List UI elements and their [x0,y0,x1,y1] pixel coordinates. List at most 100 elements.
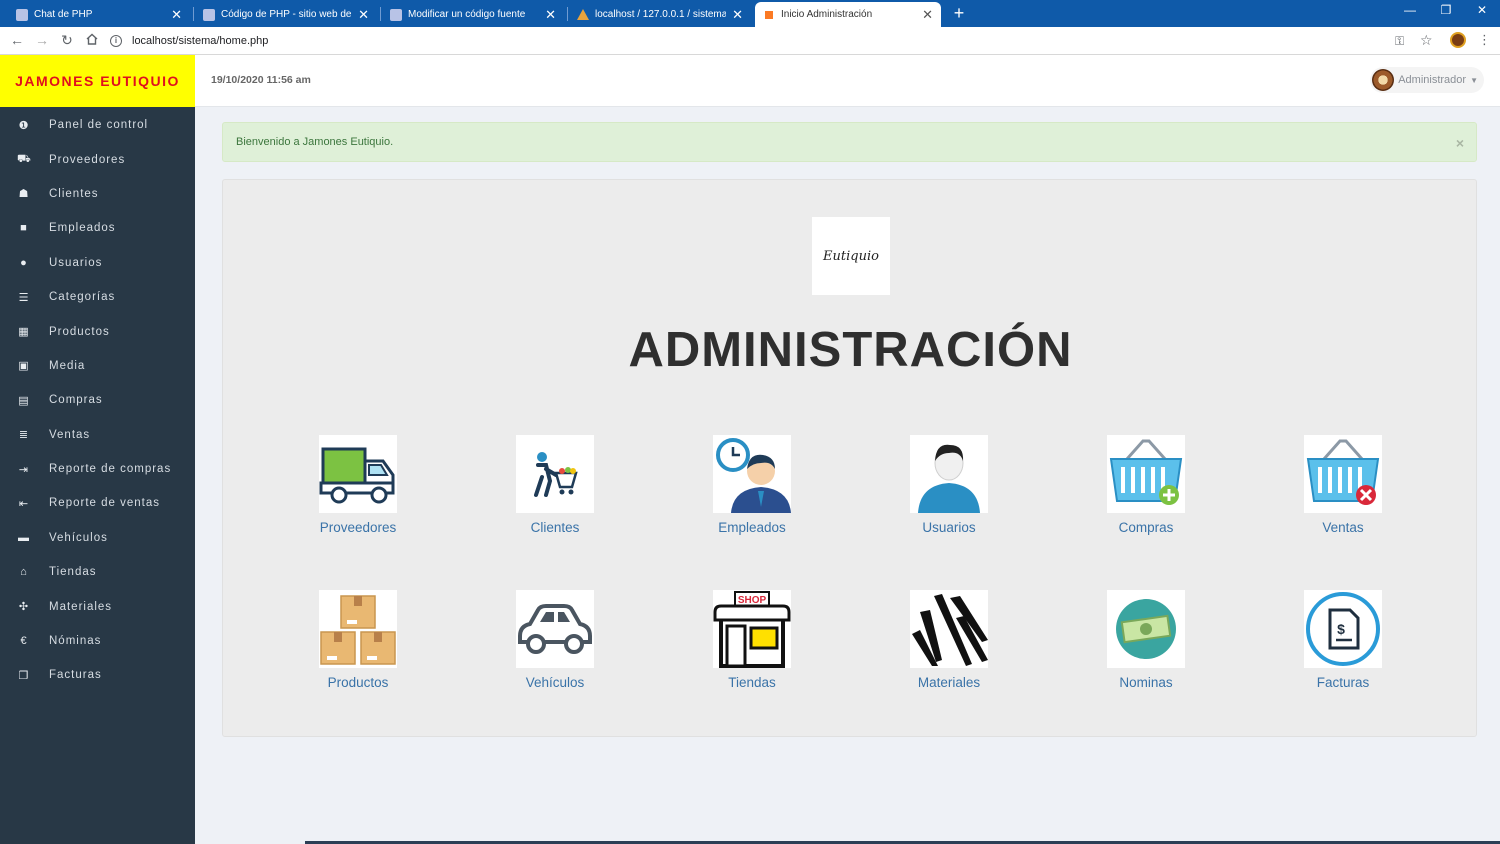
key-icon[interactable]: ⚿ [1395,34,1404,49]
sidebar-item-label: Proveedores [49,153,126,166]
tile-clientes[interactable]: Clientes [495,435,615,535]
browser-tab[interactable]: Chat de PHP ✕ [8,2,190,27]
minimize-icon[interactable]: — [1400,3,1420,17]
logo-text: Eutiquio [823,248,879,264]
sidebar-item-label: Reporte de compras [49,463,172,476]
sidebar-item-clientes[interactable]: ☗ Clientes [0,177,195,211]
monitor-icon: ▬ [18,531,30,544]
browser-tab[interactable]: Código de PHP - sitio web de im ✕ [195,2,377,27]
categories-icon: ☰ [18,291,30,304]
sidebar-item-reporte-ventas[interactable]: ⇤ Reporte de ventas [0,486,195,520]
tile-label: Ventas [1322,520,1364,535]
close-icon[interactable]: ✕ [732,7,743,23]
url-input[interactable]: i localhost/sistema/home.php [110,30,1440,52]
page-title: ADMINISTRACIÓN [628,323,1073,377]
svg-text:$: $ [1337,621,1345,637]
tile-facturas[interactable]: $ Facturas [1283,590,1403,690]
tile-compras[interactable]: Compras [1086,435,1206,535]
brand-logo[interactable]: JAMONES EUTIQUIO [0,55,195,107]
phpmyadmin-icon [577,9,589,20]
sidebar-item-vehiculos[interactable]: ▬ Vehículos [0,521,195,555]
company-logo: Eutiquio [812,217,890,295]
sidebar-item-categorias[interactable]: ☰ Categorías [0,280,195,314]
admin-panel: Eutiquio ADMINISTRACIÓN Proveedores Clie… [222,179,1477,737]
php-icon [390,8,402,21]
sidebar-item-usuarios[interactable]: ● Usuarios [0,246,195,280]
tile-productos[interactable]: Productos [298,590,418,690]
tile-label: Tiendas [728,675,776,690]
sidebar-item-panel-de-control[interactable]: ❶ Panel de control [0,108,195,142]
document-icon: ❐ [18,669,30,682]
tools-icon: ✣ [18,601,30,614]
tile-ventas[interactable]: Ventas [1283,435,1403,535]
svg-text:SHOP: SHOP [738,595,767,606]
restore-icon[interactable]: ❐ [1436,3,1456,17]
site-info-icon[interactable]: i [110,35,122,47]
sidebar-item-label: Facturas [49,669,102,682]
knives-icon [910,590,988,668]
shopper-cart-icon [516,435,594,513]
login-icon: ⇥ [18,463,30,476]
forward-icon[interactable]: → [34,32,50,48]
sidebar-item-label: Tiendas [49,566,97,579]
tile-proveedores[interactable]: Proveedores [298,435,418,535]
tile-nominas[interactable]: Nominas [1086,590,1206,690]
profile-avatar-icon[interactable] [1450,32,1466,48]
close-window-icon[interactable]: ✕ [1472,3,1492,17]
current-datetime: 19/10/2020 11:56 am [211,74,311,86]
tile-label: Proveedores [319,520,397,535]
star-icon[interactable]: ☆ [1420,32,1433,49]
reload-icon[interactable]: ↻ [59,32,75,48]
close-icon[interactable]: × [1456,135,1464,151]
back-icon[interactable]: ← [9,32,25,48]
close-icon[interactable]: ✕ [171,7,182,23]
invoice-icon: $ [1304,590,1382,668]
close-icon[interactable]: ✕ [545,7,556,23]
car-icon [516,590,594,668]
grid-icon: ▦ [18,326,30,339]
browser-tab-strip: Chat de PHP ✕ Código de PHP - sitio web … [0,0,1500,27]
top-header: 19/10/2020 11:56 am Administrador ▼ [195,55,1500,107]
tile-empleados[interactable]: Empleados [692,435,812,535]
more-menu-icon[interactable]: ⋮ [1478,32,1491,48]
sidebar-item-tiendas[interactable]: ⌂ Tiendas [0,555,195,589]
close-icon[interactable]: ✕ [358,7,369,23]
sidebar-item-label: Reporte de ventas [49,497,160,510]
tile-usuarios[interactable]: Usuarios [889,435,1009,535]
sidebar-item-compras[interactable]: ▤ Compras [0,383,195,417]
sidebar-item-reporte-compras[interactable]: ⇥ Reporte de compras [0,452,195,486]
user-menu[interactable]: Administrador ▼ [1370,67,1484,93]
brand-name: JAMONES EUTIQUIO [15,73,180,89]
tile-vehiculos[interactable]: Vehículos [495,590,615,690]
sidebar-item-label: Compras [49,394,103,407]
tile-label: Facturas [1316,675,1370,690]
browser-tab[interactable]: Modificar un código fuente ✕ [382,2,564,27]
boxes-icon [319,590,397,668]
tab-divider [380,7,381,21]
sidebar-item-media[interactable]: ▣ Media [0,349,195,383]
browser-tab-label: localhost / 127.0.0.1 / sistema | p [595,9,727,20]
tile-label: Vehículos [525,675,585,690]
browser-tab-label: Modificar un código fuente [408,9,526,20]
alert-message: Bienvenido a Jamones Eutiquio. [236,136,394,148]
tile-label: Usuarios [922,520,976,535]
sidebar-item-productos[interactable]: ▦ Productos [0,314,195,348]
sidebar-item-facturas[interactable]: ❐ Facturas [0,658,195,692]
welcome-alert: Bienvenido a Jamones Eutiquio. × [222,122,1477,162]
sidebar-item-materiales[interactable]: ✣ Materiales [0,589,195,623]
tile-tiendas[interactable]: SHOP Tiendas [692,590,812,690]
shop-icon: SHOP [713,590,791,668]
sidebar: ❶ Panel de control ⛟ Proveedores ☗ Clientes… [0,107,195,844]
sidebar-item-empleados[interactable]: ■ Empleados [0,211,195,245]
sidebar-item-proveedores[interactable]: ⛟ Proveedores [0,142,195,176]
home-icon[interactable] [84,32,100,48]
employee-clock-icon [713,435,791,513]
tile-materiales[interactable]: Materiales [889,590,1009,690]
sidebar-item-nominas[interactable]: € Nóminas [0,624,195,658]
sidebar-item-ventas[interactable]: ≣ Ventas [0,418,195,452]
browser-tab[interactable]: localhost / 127.0.0.1 / sistema | p ✕ [569,2,751,27]
close-icon[interactable]: ✕ [922,7,933,23]
browser-tab-active[interactable]: Inicio Administración ✕ [755,2,941,27]
tile-label: Compras [1118,520,1174,535]
new-tab-button[interactable]: + [950,3,968,24]
